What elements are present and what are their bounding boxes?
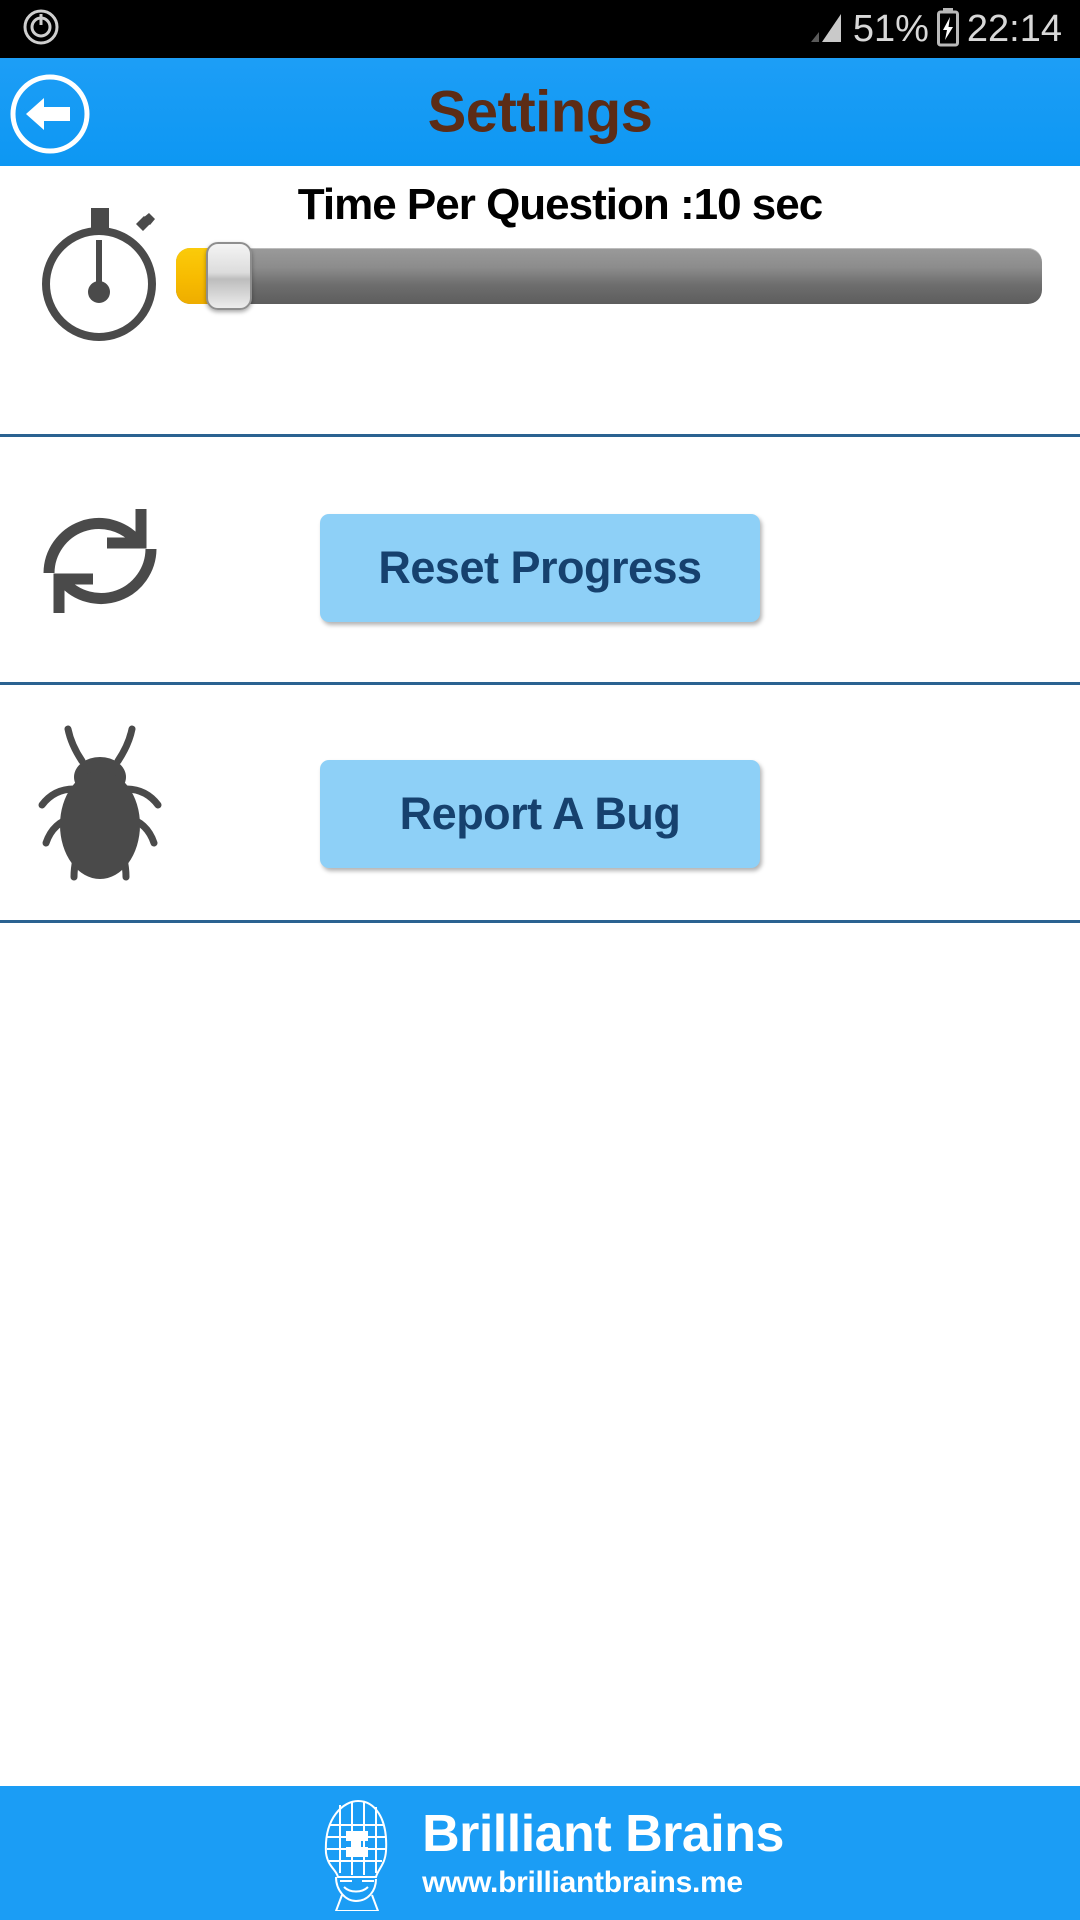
setting-row-reset-progress: Reset Progress xyxy=(0,439,1080,687)
reset-progress-button[interactable]: Reset Progress xyxy=(320,514,760,622)
clock-label: 22:14 xyxy=(966,8,1062,50)
power-clock-icon xyxy=(22,8,60,51)
report-a-bug-button[interactable]: Report A Bug xyxy=(320,760,760,868)
divider xyxy=(0,920,1080,923)
battery-charging-icon xyxy=(935,7,961,52)
status-bar-right: 51% 22:14 xyxy=(805,7,1062,52)
time-per-question-label: Time Per Question :10 sec xyxy=(297,180,823,229)
footer-url-label: www.brilliantbrains.me xyxy=(422,1866,743,1899)
footer-text-block: Brilliant Brains www.brilliantbrains.me xyxy=(422,1808,784,1898)
brain-head-logo-icon xyxy=(296,1791,406,1916)
time-per-question-slider[interactable] xyxy=(176,242,1042,310)
footer-brand-label: Brilliant Brains xyxy=(422,1805,784,1863)
status-bar: 51% 22:14 xyxy=(0,0,1080,58)
status-bar-left xyxy=(22,8,60,51)
signal-bars-icon xyxy=(805,8,847,51)
settings-list: Time Per Question :10 sec Reset Progress xyxy=(0,166,1080,1786)
bug-icon xyxy=(0,717,200,887)
stopwatch-icon xyxy=(0,204,200,344)
app-bar: Settings xyxy=(0,58,1080,166)
slider-track[interactable] xyxy=(176,248,1042,304)
divider xyxy=(0,434,1080,437)
refresh-icon xyxy=(0,481,200,641)
battery-percent-label: 51% xyxy=(852,8,929,50)
slider-thumb[interactable] xyxy=(206,242,252,310)
divider xyxy=(0,682,1080,685)
page-title: Settings xyxy=(427,79,653,145)
setting-row-time-per-question: Time Per Question :10 sec xyxy=(0,166,1080,436)
footer-banner[interactable]: Brilliant Brains www.brilliantbrains.me xyxy=(0,1786,1080,1920)
setting-row-report-bug: Report A Bug xyxy=(0,687,1080,925)
